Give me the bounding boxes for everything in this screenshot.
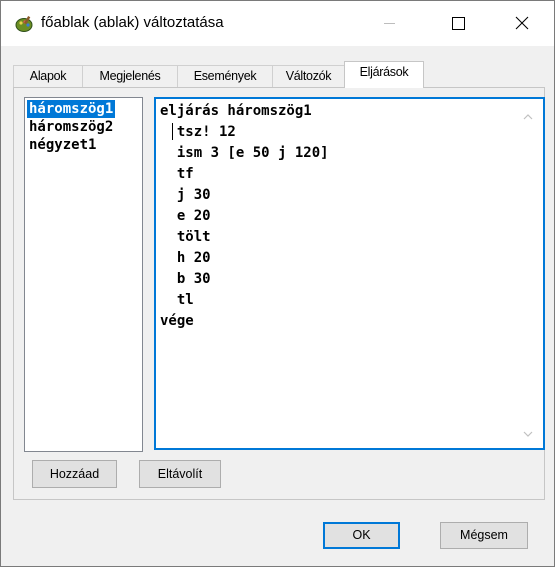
minimize-button[interactable] (366, 1, 412, 46)
code-line: ism 3 [e 50 j 120] (160, 145, 329, 161)
maximize-icon (452, 17, 465, 30)
tab-alapok[interactable]: Alapok (13, 65, 83, 87)
minimize-icon (384, 23, 395, 24)
code-line: tölt (160, 229, 211, 245)
list-item[interactable]: háromszög1 (27, 100, 116, 118)
tab-panel: háromszög1 háromszög2 négyzet1 eljárás h… (13, 87, 545, 500)
text-caret (172, 123, 173, 140)
code-line: tl (160, 292, 194, 308)
code-line: h 20 (160, 250, 211, 266)
tab-eljarasok[interactable]: Eljárások (344, 61, 424, 88)
title-bar[interactable]: főablak (ablak) változtatása (1, 1, 554, 46)
code-editor[interactable]: eljárás háromszög1 tsz! 12 ism 3 [e 50 j… (154, 97, 545, 450)
remove-button[interactable]: Eltávolít (139, 460, 221, 488)
dialog-window: főablak (ablak) változtatása Alapok Megj… (0, 0, 555, 567)
maximize-button[interactable] (439, 1, 485, 46)
code-line: eljárás háromszög1 (160, 103, 312, 119)
window-title: főablak (ablak) változtatása (41, 14, 224, 31)
paint-palette-icon (15, 15, 33, 33)
tab-valtozok[interactable]: Változók (272, 65, 345, 87)
procedure-list[interactable]: háromszög1 háromszög2 négyzet1 (24, 97, 143, 452)
tab-esemenyek[interactable]: Események (177, 65, 273, 87)
close-icon (515, 16, 529, 30)
list-item[interactable]: háromszög2 (27, 118, 115, 136)
ok-button[interactable]: OK (323, 522, 400, 549)
close-button[interactable] (502, 1, 548, 46)
add-button[interactable]: Hozzáad (32, 460, 117, 488)
cancel-button[interactable]: Mégsem (440, 522, 528, 549)
code-line: e 20 (160, 208, 211, 224)
code-line: vége (160, 313, 194, 329)
scroll-down-icon[interactable] (523, 430, 533, 438)
code-line: j 30 (160, 187, 211, 203)
code-line: tf (160, 166, 194, 182)
code-line: b 30 (160, 271, 211, 287)
list-item[interactable]: négyzet1 (27, 136, 98, 154)
tab-megjelenes[interactable]: Megjelenés (82, 65, 178, 87)
scroll-up-icon[interactable] (523, 113, 533, 121)
